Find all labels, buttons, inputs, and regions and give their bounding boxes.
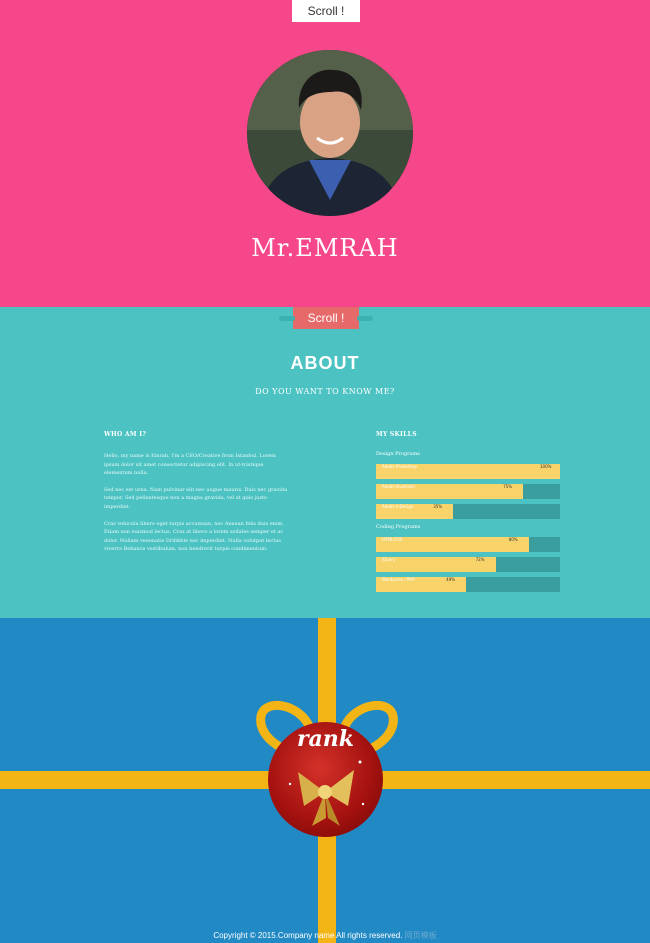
skill-percent: 35%	[433, 504, 443, 509]
skill-bar: Adobe Illustrator 75%	[376, 484, 560, 499]
skill-percent: 75%	[503, 484, 513, 489]
portrait-image	[247, 50, 413, 216]
scroll-button[interactable]: Scroll !	[292, 0, 360, 22]
skill-percent: 72%	[475, 557, 485, 562]
coding-programs-title: Coding Programs	[376, 524, 421, 530]
skill-label: Wordpress / PHP	[382, 577, 415, 582]
scroll-button[interactable]: Scroll !	[279, 307, 373, 329]
who-am-i-heading: WHO AM I?	[104, 431, 147, 438]
skill-bar: Adobe InDesign 35%	[376, 504, 560, 519]
skill-percent: 100%	[540, 464, 552, 469]
skill-label: HTML/CSS	[382, 537, 403, 542]
skills-column: MY SKILLS Design Programs Adobe Photosho…	[376, 431, 560, 597]
about-subtitle: DO YOU WANT TO KNOW ME?	[255, 387, 395, 396]
profile-photo	[247, 50, 413, 216]
about-title: ABOUT	[290, 353, 360, 373]
gift-section: rank Copyright © 2015.Company name All r…	[0, 618, 650, 943]
skill-bar: HTML/CSS 80%	[376, 537, 560, 552]
bio-paragraph: Cras vehicula libero eget turpis accumsa…	[104, 520, 284, 553]
skill-bar: Wordpress / PHP 49%	[376, 577, 560, 592]
hero-name: Mr.EMRAH	[251, 234, 399, 262]
bio-paragraph: Sed nec est urna. Nam pulvinar elit nec …	[104, 486, 288, 510]
skill-bar: jQuery 72%	[376, 557, 560, 572]
skills-heading: MY SKILLS	[376, 431, 417, 438]
footer-copyright: Copyright © 2015.Company name All rights…	[0, 930, 650, 941]
design-programs-title: Design Programs	[376, 451, 420, 457]
copyright-text: Copyright © 2015.Company name All rights…	[213, 931, 403, 940]
gift-seal: rank	[268, 722, 383, 837]
gold-bow-icon	[288, 760, 365, 826]
about-section: Scroll ! ABOUT DO YOU WANT TO KNOW ME? W…	[0, 307, 650, 618]
copyright-link[interactable]: 网页模板	[405, 931, 437, 940]
skill-label: Adobe InDesign	[382, 504, 414, 509]
skill-label: Adobe Illustrator	[382, 484, 416, 489]
skill-label: jQuery	[382, 557, 396, 562]
skill-bar: Adobe Photoshop 100%	[376, 464, 560, 479]
hero-section: Scroll ! Mr.EMRAH	[0, 0, 650, 307]
skill-percent: 49%	[446, 577, 456, 582]
bio-paragraph: Hello, my name is Emrah, I'm a CEO/Creat…	[104, 453, 276, 477]
skill-percent: 80%	[508, 537, 518, 542]
skill-label: Adobe Photoshop	[382, 464, 417, 469]
who-am-i-column: WHO AM I? Hello, my name is Emrah, I'm a…	[104, 431, 290, 562]
